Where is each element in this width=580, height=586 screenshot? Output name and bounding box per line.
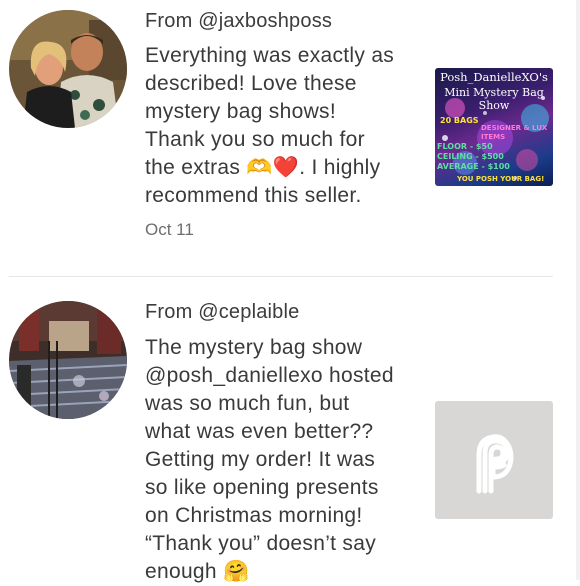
review-text-line: “Thank you” doesn’t say	[145, 532, 377, 555]
review-text-line: recommend this seller.	[145, 184, 362, 207]
review-from-username[interactable]: From @jaxboshposs	[145, 10, 332, 33]
thumbnail-title: Posh_DanielleXO's	[440, 70, 548, 84]
thumbnail-floor: FLOOR - $50	[437, 142, 493, 151]
review-text-line: so like opening presents	[145, 476, 379, 499]
thumbnail-bags: 20 BAGS	[440, 116, 479, 125]
review-text-line: described! Love these	[145, 72, 357, 95]
thumbnail-average: AVERAGE - $100	[437, 162, 510, 171]
review-item-1: From @jaxboshposs Everything was exactly…	[0, 0, 580, 276]
poshmark-logo-icon	[476, 434, 514, 494]
review-text-line: on Christmas morning!	[145, 504, 363, 527]
review-text-line: enough 🤗	[145, 560, 250, 583]
review-text-line: @posh_daniellexo hosted	[145, 364, 394, 387]
review-text: The mystery bag show @posh_daniellexo ho…	[145, 334, 425, 586]
review-text-line: Everything was exactly as	[145, 44, 395, 67]
review-text-line: the extras 🫶❤️. I highly	[145, 156, 381, 179]
listing-thumbnail[interactable]: Posh_DanielleXO's Mini Mystery Bag Show …	[435, 68, 553, 186]
thumbnail-subtitle: Mini Mystery Bag Show	[444, 86, 544, 112]
review-text-line: mystery bag shows!	[145, 100, 336, 123]
review-item-2: From @ceplaible The mystery bag show @po…	[0, 277, 580, 583]
reviewer-avatar[interactable]	[9, 10, 127, 128]
listing-thumbnail-placeholder[interactable]	[435, 401, 553, 519]
review-text: Everything was exactly as described! Lov…	[145, 42, 425, 210]
review-text-line: what was even better??	[145, 420, 374, 443]
thumbnail-designer: DESIGNER & LUX ITEMS	[481, 124, 548, 141]
thumbnail-footer: YOU POSH YOUR BAG!	[457, 175, 545, 183]
thumbnail-ceiling: CEILING - $500	[437, 152, 504, 161]
review-text-line: was so much fun, but	[145, 392, 350, 415]
scrollbar[interactable]	[576, 0, 580, 580]
review-text-line: Getting my order! It was	[145, 448, 376, 471]
reviewer-avatar[interactable]	[9, 301, 127, 419]
review-date: Oct 11	[145, 220, 194, 239]
review-text-line: Thank you so much for	[145, 128, 365, 151]
review-text-line: The mystery bag show	[145, 336, 363, 359]
review-from-username[interactable]: From @ceplaible	[145, 301, 299, 324]
